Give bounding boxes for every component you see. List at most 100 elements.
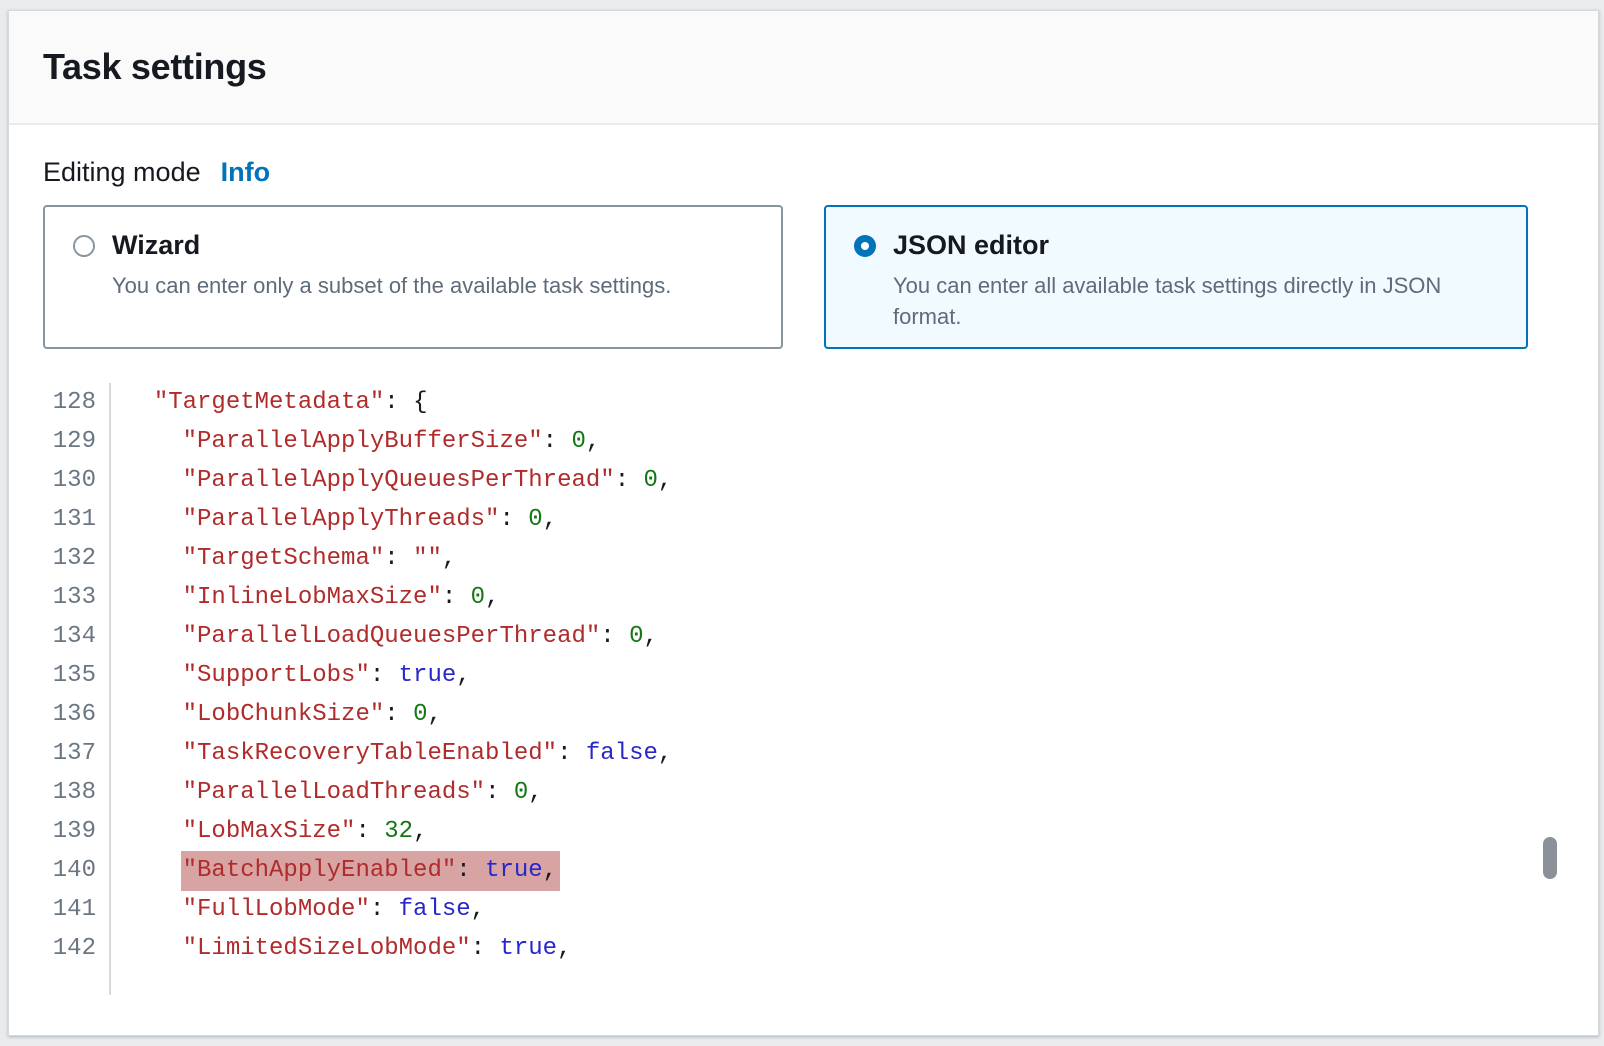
- code-line[interactable]: 135 "SupportLobs": true,: [43, 656, 1564, 695]
- line-number: 136: [43, 695, 111, 734]
- code-line[interactable]: 140 "BatchApplyEnabled": true,: [43, 851, 1564, 890]
- code-tokens: "FullLobMode": false,: [183, 896, 485, 923]
- option-description-wizard: You can enter only a subset of the avail…: [112, 270, 753, 301]
- json-value: true: [485, 857, 543, 884]
- code-line[interactable]: 137 "TaskRecoveryTableEnabled": false,: [43, 734, 1564, 773]
- highlighted-text: "BatchApplyEnabled": true,: [181, 851, 560, 891]
- colon: :: [384, 545, 413, 572]
- editing-mode-options: Wizard You can enter only a subset of th…: [43, 205, 1564, 349]
- option-tile-json-editor[interactable]: JSON editor You can enter all available …: [824, 205, 1528, 349]
- line-number: 133: [43, 578, 111, 617]
- code-line[interactable]: 138 "ParallelLoadThreads": 0,: [43, 773, 1564, 812]
- line-number: 134: [43, 617, 111, 656]
- code-line-text: "ParallelApplyThreads": 0,: [111, 500, 557, 539]
- json-key: "LobMaxSize": [183, 818, 356, 845]
- comma: ,: [543, 506, 557, 533]
- code-tokens: "ParallelLoadThreads": 0,: [183, 779, 543, 806]
- json-key: "TaskRecoveryTableEnabled": [183, 740, 557, 767]
- colon: :: [370, 896, 399, 923]
- line-number: 130: [43, 461, 111, 500]
- json-value: 0: [514, 779, 528, 806]
- code-line-text: "InlineLobMaxSize": 0,: [111, 578, 499, 617]
- line-number: 139: [43, 812, 111, 851]
- option-label-wizard: Wizard: [112, 230, 200, 261]
- code-line-text: "ParallelApplyBufferSize": 0,: [111, 422, 600, 461]
- code-line[interactable]: 139 "LobMaxSize": 32,: [43, 812, 1564, 851]
- radio-json-editor-icon[interactable]: [854, 235, 876, 257]
- code-tokens: "LobChunkSize": 0,: [183, 701, 442, 728]
- comma: ,: [658, 467, 672, 494]
- code-tokens: "ParallelApplyQueuesPerThread": 0,: [183, 467, 673, 494]
- option-tile-wizard[interactable]: Wizard You can enter only a subset of th…: [43, 205, 783, 349]
- code-line[interactable]: 134 "ParallelLoadQueuesPerThread": 0,: [43, 617, 1564, 656]
- info-link[interactable]: Info: [221, 157, 270, 188]
- json-key: "ParallelApplyThreads": [183, 506, 500, 533]
- code-line[interactable]: 136 "LobChunkSize": 0,: [43, 695, 1564, 734]
- code-line[interactable]: 141 "FullLobMode": false,: [43, 890, 1564, 929]
- comma: ,: [471, 896, 485, 923]
- colon: :: [499, 506, 528, 533]
- json-key: "ParallelLoadQueuesPerThread": [183, 623, 601, 650]
- option-label-json-editor: JSON editor: [893, 230, 1049, 261]
- json-key: "InlineLobMaxSize": [183, 584, 442, 611]
- editing-mode-label: Editing mode: [43, 157, 201, 188]
- editor-scrollbar-thumb[interactable]: [1543, 837, 1557, 879]
- code-line-tail: [43, 968, 1564, 995]
- code-lines: 128 "TargetMetadata": {129 "ParallelAppl…: [43, 383, 1564, 995]
- line-number: 138: [43, 773, 111, 812]
- code-line-text: "ParallelApplyQueuesPerThread": 0,: [111, 461, 672, 500]
- colon: :: [370, 662, 399, 689]
- json-key: "TargetSchema": [183, 545, 385, 572]
- option-description-json-editor: You can enter all available task setting…: [893, 270, 1493, 332]
- radio-wizard-icon[interactable]: [73, 235, 95, 257]
- line-number: 137: [43, 734, 111, 773]
- line-number: 141: [43, 890, 111, 929]
- comma: ,: [442, 545, 456, 572]
- json-key: "SupportLobs": [183, 662, 370, 689]
- editing-mode-row: Editing mode Info: [43, 157, 1564, 188]
- line-number: 131: [43, 500, 111, 539]
- json-key: "ParallelApplyQueuesPerThread": [183, 467, 615, 494]
- colon: :: [384, 701, 413, 728]
- code-line[interactable]: 128 "TargetMetadata": {: [43, 383, 1564, 422]
- json-value: 0: [471, 584, 485, 611]
- code-tokens: "ParallelLoadQueuesPerThread": 0,: [183, 623, 658, 650]
- comma: ,: [456, 662, 470, 689]
- json-value: true: [499, 935, 557, 962]
- colon: :: [600, 623, 629, 650]
- code-line[interactable]: 130 "ParallelApplyQueuesPerThread": 0,: [43, 461, 1564, 500]
- code-tokens: "LobMaxSize": 32,: [183, 818, 428, 845]
- code-tokens: "ParallelApplyBufferSize": 0,: [183, 428, 601, 455]
- code-line-text: "BatchApplyEnabled": true,: [111, 851, 557, 890]
- json-editor[interactable]: 128 "TargetMetadata": {129 "ParallelAppl…: [43, 383, 1564, 995]
- code-line[interactable]: 131 "ParallelApplyThreads": 0,: [43, 500, 1564, 539]
- json-value: 0: [571, 428, 585, 455]
- colon: :: [384, 389, 413, 416]
- code-line[interactable]: 133 "InlineLobMaxSize": 0,: [43, 578, 1564, 617]
- json-value: 0: [629, 623, 643, 650]
- comma: ,: [528, 779, 542, 806]
- json-key: "FullLobMode": [183, 896, 370, 923]
- code-line-text: "LobMaxSize": 32,: [111, 812, 427, 851]
- colon: :: [442, 584, 471, 611]
- colon: :: [355, 818, 384, 845]
- json-value: false: [399, 896, 471, 923]
- colon: :: [471, 935, 500, 962]
- code-tokens: "SupportLobs": true,: [183, 662, 471, 689]
- line-number: 132: [43, 539, 111, 578]
- comma: ,: [658, 740, 672, 767]
- line-number: [43, 968, 111, 995]
- json-key: "ParallelLoadThreads": [183, 779, 485, 806]
- code-line[interactable]: 129 "ParallelApplyBufferSize": 0,: [43, 422, 1564, 461]
- code-line[interactable]: 142 "LimitedSizeLobMode": true,: [43, 929, 1564, 968]
- line-number: 140: [43, 851, 111, 890]
- comma: ,: [543, 857, 557, 884]
- colon: :: [543, 428, 572, 455]
- line-number: 135: [43, 656, 111, 695]
- json-value: 0: [644, 467, 658, 494]
- comma: ,: [644, 623, 658, 650]
- code-tokens: "TargetMetadata": {: [154, 389, 428, 416]
- code-line[interactable]: 132 "TargetSchema": "",: [43, 539, 1564, 578]
- json-key: "LimitedSizeLobMode": [183, 935, 471, 962]
- colon: :: [615, 467, 644, 494]
